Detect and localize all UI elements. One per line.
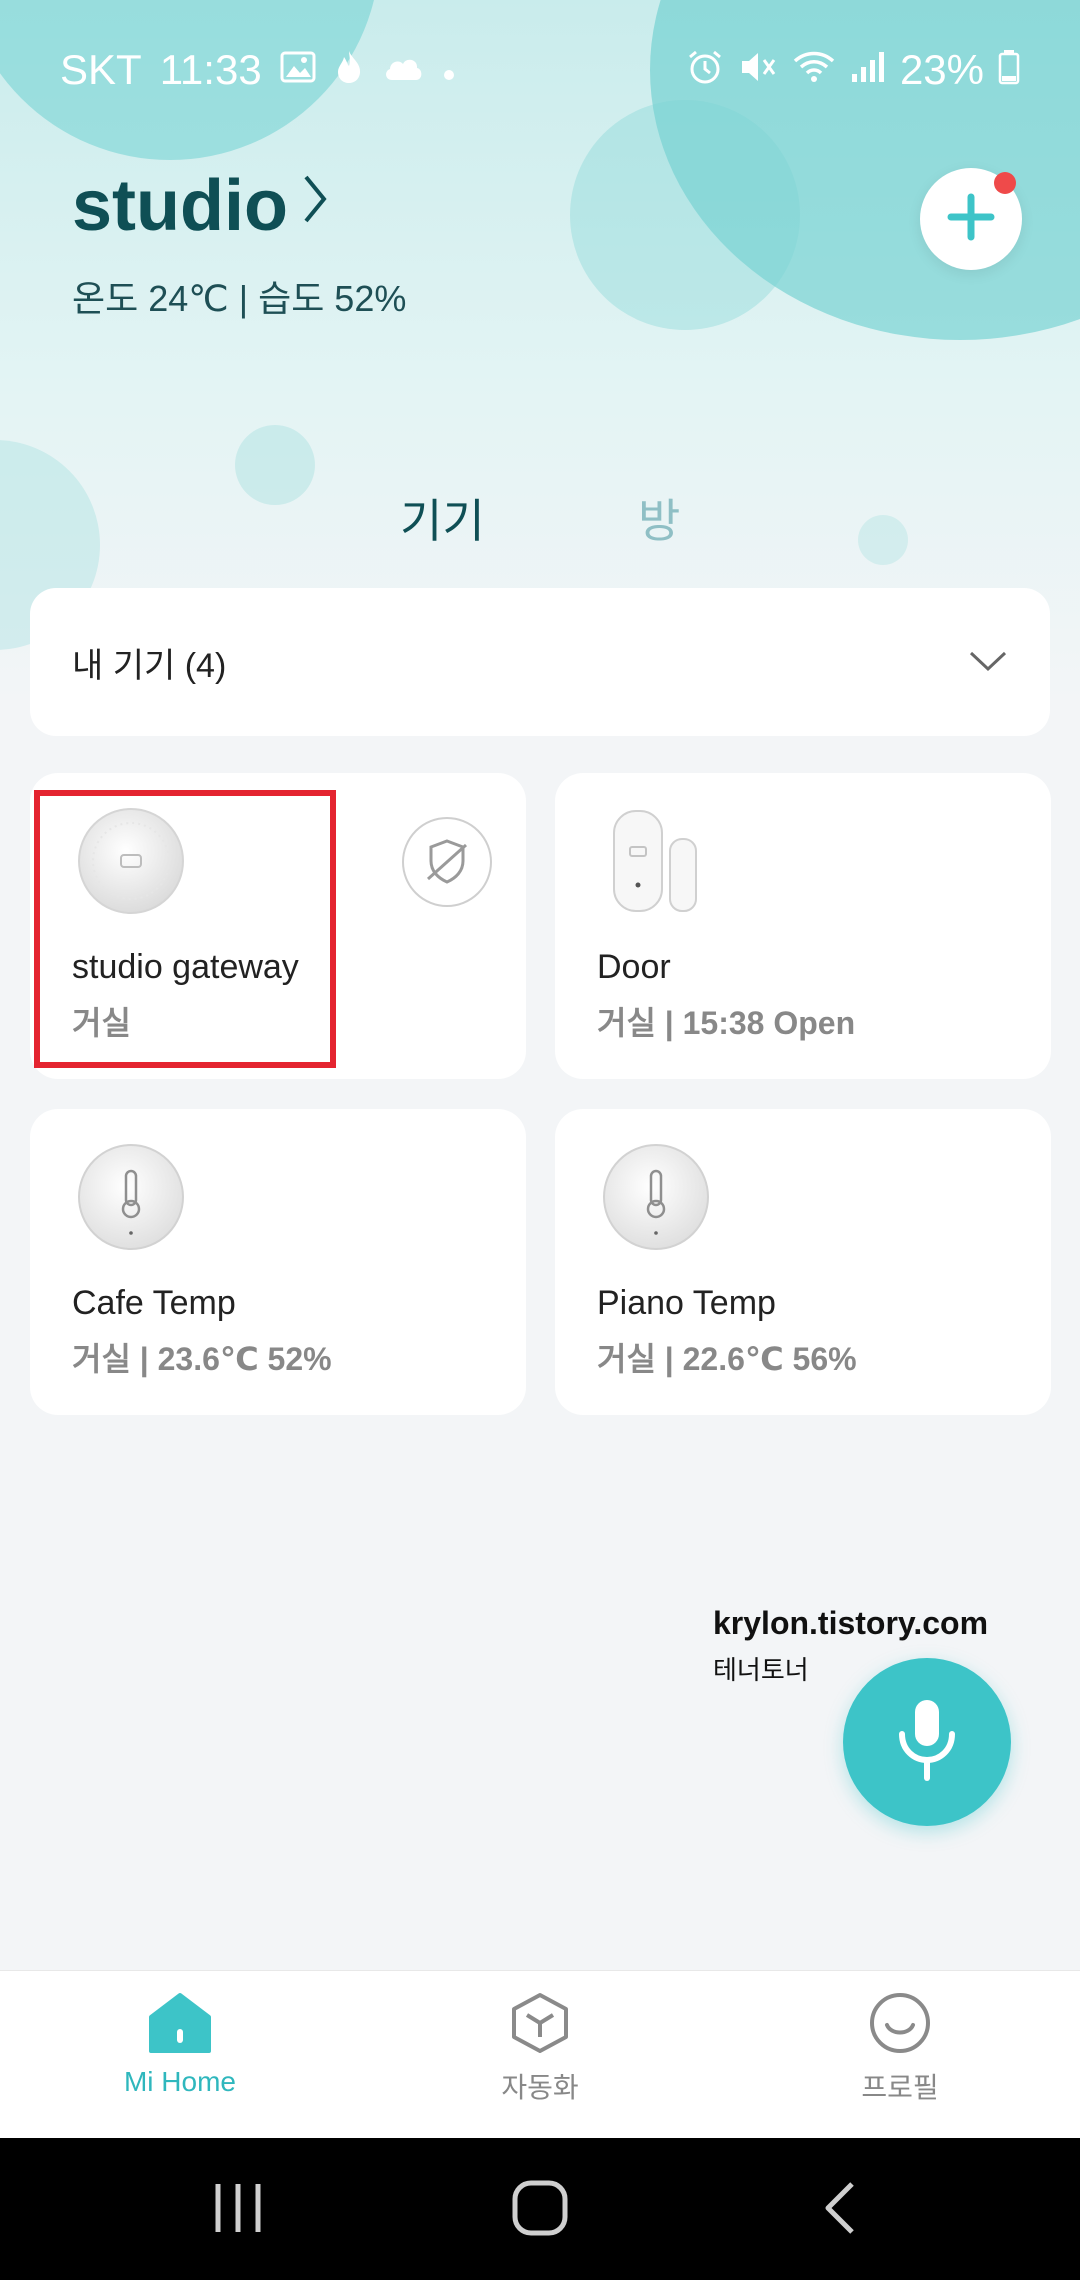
offline-status-icon (402, 817, 492, 907)
voice-assistant-button[interactable] (843, 1658, 1011, 1826)
view-tabs: 기기 방 (0, 485, 1080, 555)
home-climate: 온도 24℃ | 습도 52% (72, 278, 407, 319)
device-card-piano-temp[interactable]: Piano Temp 거실 | 22.6℃ 56% (555, 1109, 1051, 1415)
nav-label: 프로필 (861, 2072, 939, 2103)
alarm-icon (686, 48, 724, 92)
home-name: studio (72, 166, 288, 246)
device-status: 거실 | 15:38 Open (597, 1005, 856, 1041)
status-bar: SKT 11:33 23% (0, 0, 1080, 140)
device-status: 거실 | 22.6℃ 56% (597, 1341, 857, 1377)
thermometer-icon (600, 1141, 712, 1258)
system-navigation-bar (0, 2138, 1080, 2280)
device-card-door[interactable]: Door 거실 | 15:38 Open (555, 773, 1051, 1079)
nav-mi-home[interactable]: Mi Home (80, 1991, 280, 2098)
cloud-icon (382, 52, 424, 88)
nav-automation[interactable]: 자동화 (440, 1991, 640, 2106)
chevron-right-icon (300, 169, 330, 243)
battery-icon (998, 49, 1020, 91)
gallery-icon (280, 51, 316, 89)
chevron-down-icon (968, 643, 1008, 682)
add-device-button[interactable] (920, 168, 1022, 270)
dot-icon (442, 52, 456, 88)
nav-label: 자동화 (501, 2072, 579, 2103)
device-name: Door (597, 948, 671, 986)
watermark-url: krylon.tistory.com (713, 1605, 989, 1641)
home-icon (147, 1991, 213, 2060)
home-button[interactable] (510, 2178, 570, 2243)
thermometer-icon (75, 1141, 187, 1258)
door-sensor-icon (600, 805, 712, 922)
device-name: Cafe Temp (72, 1284, 236, 1322)
nav-profile[interactable]: 프로필 (800, 1991, 1000, 2106)
wifi-icon (792, 49, 836, 91)
carrier-label: SKT (60, 46, 142, 93)
home-selector[interactable]: studio (72, 165, 330, 247)
device-group-label: 내 기기 (4) (72, 646, 227, 685)
device-card-cafe-temp[interactable]: Cafe Temp 거실 | 23.6℃ 52% (30, 1109, 526, 1415)
battery-percent: 23% (899, 46, 984, 93)
mute-icon (738, 49, 778, 91)
microphone-icon (892, 1694, 962, 1791)
notification-dot (994, 172, 1016, 194)
device-name: Piano Temp (597, 1284, 776, 1322)
bottom-navigation: Mi Home 자동화 프로필 (0, 1970, 1080, 2138)
profile-icon (867, 1991, 933, 2060)
nav-label: Mi Home (123, 2066, 236, 2097)
automation-icon (507, 1991, 573, 2060)
tab-rooms[interactable]: 방 (638, 485, 680, 551)
plus-icon (945, 191, 997, 248)
device-status: 거실 | 23.6℃ 52% (72, 1341, 332, 1377)
recent-apps-button[interactable] (210, 2178, 266, 2243)
tab-devices[interactable]: 기기 (400, 485, 485, 551)
clock: 11:33 (159, 46, 262, 93)
device-group-dropdown[interactable]: 내 기기 (4) (30, 588, 1050, 736)
highlight-box (34, 790, 336, 1068)
signal-icon (850, 50, 886, 90)
flame-icon (334, 49, 364, 91)
back-button[interactable] (820, 2178, 860, 2243)
